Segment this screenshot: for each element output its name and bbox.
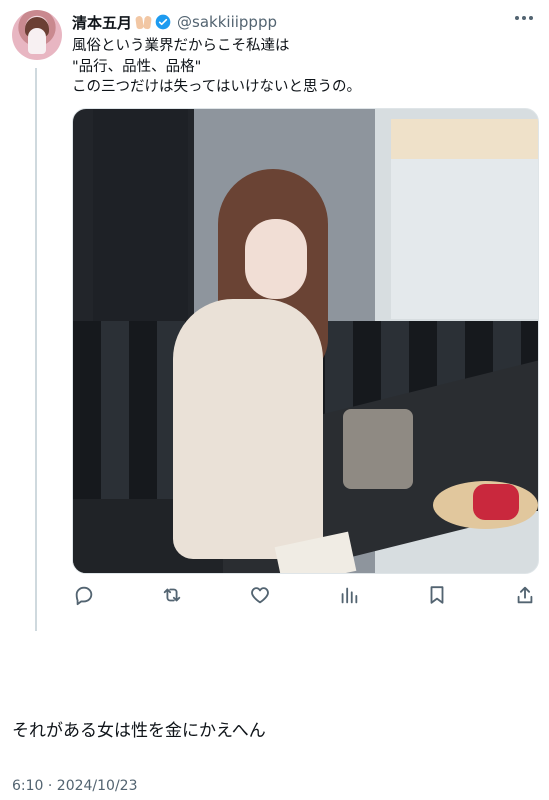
- reply-icon[interactable]: [72, 583, 96, 607]
- views-icon[interactable]: [337, 583, 361, 607]
- tweet-actions: [72, 582, 537, 608]
- bookmark-icon[interactable]: [425, 583, 449, 607]
- thread-line: [35, 68, 37, 631]
- verified-badge-icon: [155, 14, 171, 30]
- timestamp[interactable]: 6:10 · 2024/10/23: [12, 778, 137, 794]
- reply-text: それがある女は性を金にかえへん: [12, 721, 266, 741]
- tweet-photo[interactable]: [72, 108, 539, 574]
- share-icon[interactable]: [513, 583, 537, 607]
- photo-cake: [473, 484, 519, 520]
- retweet-icon[interactable]: [160, 583, 184, 607]
- display-name[interactable]: 清本五月: [72, 12, 132, 33]
- like-icon[interactable]: [248, 583, 272, 607]
- tweet-text: 風俗という業界だからこそ私達は "品行、品性、品格" この三つだけは失ってはいけ…: [72, 38, 361, 95]
- handle[interactable]: @sakkiiipppp: [177, 13, 277, 31]
- feet-emoji-icon: [135, 15, 152, 29]
- more-options-icon[interactable]: [515, 16, 533, 20]
- photo-face: [245, 219, 307, 299]
- photo-window: [391, 119, 538, 319]
- avatar[interactable]: [12, 10, 62, 60]
- photo-body: [173, 299, 323, 559]
- photo-dark-column: [93, 109, 188, 349]
- avatar-figure: [28, 28, 46, 54]
- photo-bag: [343, 409, 413, 489]
- tweet-header: 清本五月 @sakkiiipppp: [72, 12, 535, 32]
